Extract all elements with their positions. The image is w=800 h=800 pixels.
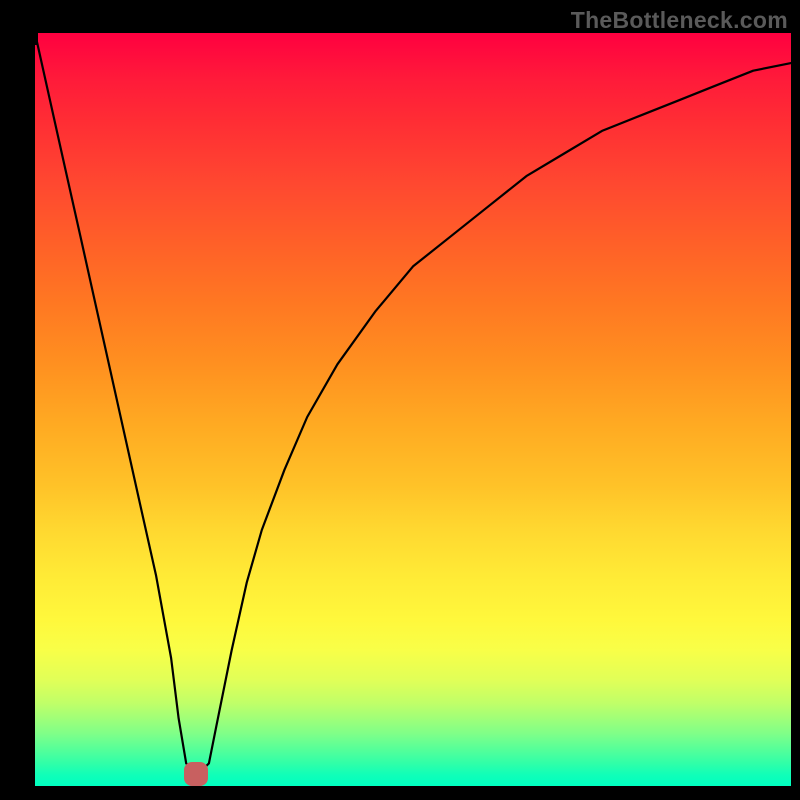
minimum-marker	[184, 762, 208, 786]
bottleneck-curve	[0, 0, 800, 800]
curve-path	[35, 33, 791, 771]
chart-stage: TheBottleneck.com	[0, 0, 800, 800]
